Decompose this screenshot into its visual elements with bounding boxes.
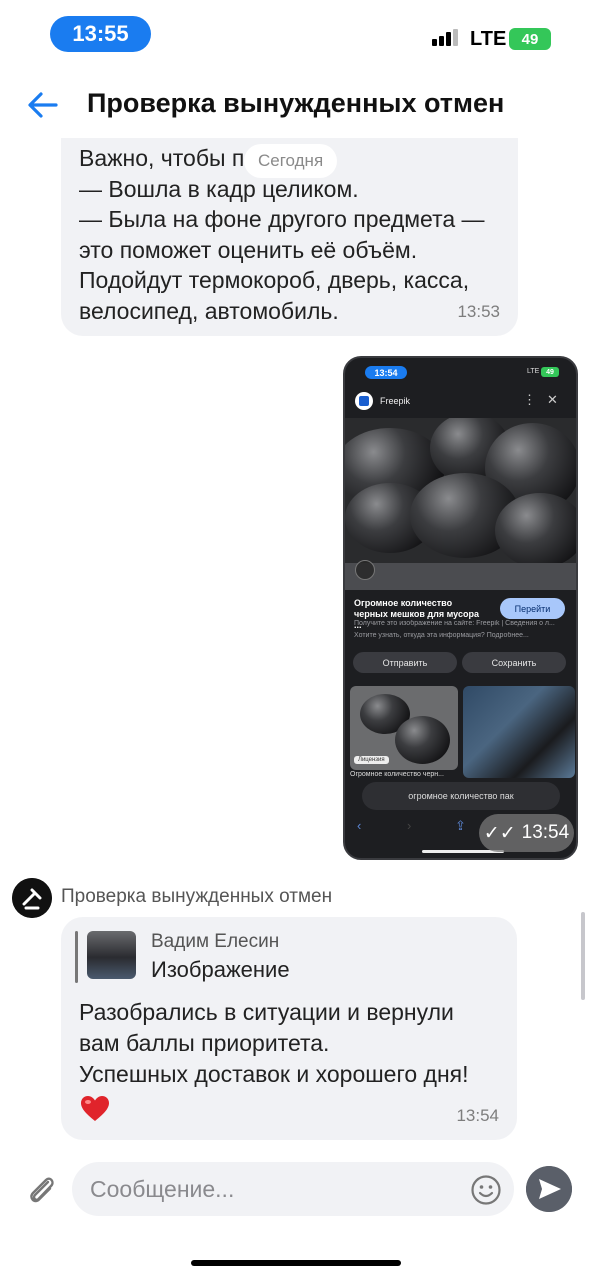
sender-name: Проверка вынужденных отмен — [61, 886, 333, 907]
back-nav-icon: ‹ — [357, 818, 362, 833]
sender-avatar[interactable] — [12, 878, 52, 918]
image-attachment[interactable]: 13:54 LTE 49 Freepik ⋮ ✕ Огромное количе… — [343, 356, 578, 860]
screenshot-source-line: Получите это изображение на сайте: Freep… — [354, 620, 555, 627]
chat-header: Проверка вынужденных отмен — [0, 70, 591, 138]
freepik-logo-icon — [355, 392, 373, 410]
screenshot-info-line: Хотите узнать, откуда эта информация? По… — [354, 632, 529, 639]
forward-nav-icon: › — [407, 818, 412, 833]
quote-bar — [75, 931, 78, 983]
garbage-bags-photo — [345, 418, 576, 590]
date-chip: Сегодня — [244, 144, 338, 178]
result-thumbnail-2 — [463, 686, 575, 778]
lens-icon — [355, 560, 375, 580]
message-input[interactable]: Сообщение... — [72, 1162, 514, 1216]
send-button[interactable] — [526, 1166, 572, 1212]
screenshot-battery-icon: 49 — [541, 367, 559, 377]
screenshot-url-bar: огромное количество пак — [362, 782, 560, 810]
screenshot-share-button: Отправить — [353, 652, 457, 673]
message-composer: Сообщение... — [0, 1160, 591, 1220]
image-time-badge: ✓✓ 13:54 — [479, 814, 574, 852]
network-type: LTE — [470, 28, 507, 50]
battery-icon: 49 — [509, 28, 551, 50]
signal-icon — [432, 29, 458, 46]
message-time: 13:53 — [457, 302, 500, 321]
screenshot-save-button: Сохранить — [462, 652, 566, 673]
emoji-icon[interactable] — [470, 1174, 502, 1206]
double-check-icon: ✓✓ — [483, 822, 516, 844]
thumbnail-caption: Огромное количество черн... — [350, 771, 444, 778]
status-time: 13:55 — [50, 16, 151, 52]
message-input-placeholder: Сообщение... — [90, 1176, 235, 1202]
back-arrow-icon[interactable] — [26, 90, 60, 120]
share-nav-icon: ⇪ — [455, 818, 466, 833]
quote-thumbnail[interactable] — [87, 931, 136, 979]
incoming-message[interactable]: Вадим Елесин Изображение Разобрались в с… — [61, 917, 517, 1140]
quote-author: Вадим Елесин — [151, 931, 280, 952]
message-time: 13:54 — [521, 822, 570, 843]
message-time: 13:54 — [456, 1106, 499, 1125]
screenshot-time: 13:54 — [365, 366, 407, 379]
home-indicator — [191, 1260, 401, 1266]
result-thumbnail-1: Лицензия — [350, 686, 458, 770]
screenshot-go-button: Перейти — [500, 598, 565, 619]
more-icon: ⋮ — [523, 392, 536, 407]
attach-icon[interactable] — [24, 1172, 60, 1208]
license-badge: Лицензия — [354, 756, 389, 764]
chat-title: Проверка вынужденных отмен — [87, 88, 505, 118]
screenshot-network: LTE — [527, 368, 540, 375]
status-bar: 13:55 LTE 49 — [0, 0, 591, 70]
quote-text: Изображение — [151, 957, 290, 982]
heart-reaction-icon[interactable] — [79, 1093, 111, 1125]
message-text: Разобрались в ситуации и вернули вам бал… — [79, 999, 469, 1087]
message-list[interactable]: Важно, чтобы п — Вошла в кадр целиком. —… — [0, 138, 591, 1160]
scrollbar[interactable] — [581, 912, 585, 1000]
close-icon: ✕ — [547, 392, 558, 407]
screenshot-site-name: Freepik — [380, 396, 411, 406]
